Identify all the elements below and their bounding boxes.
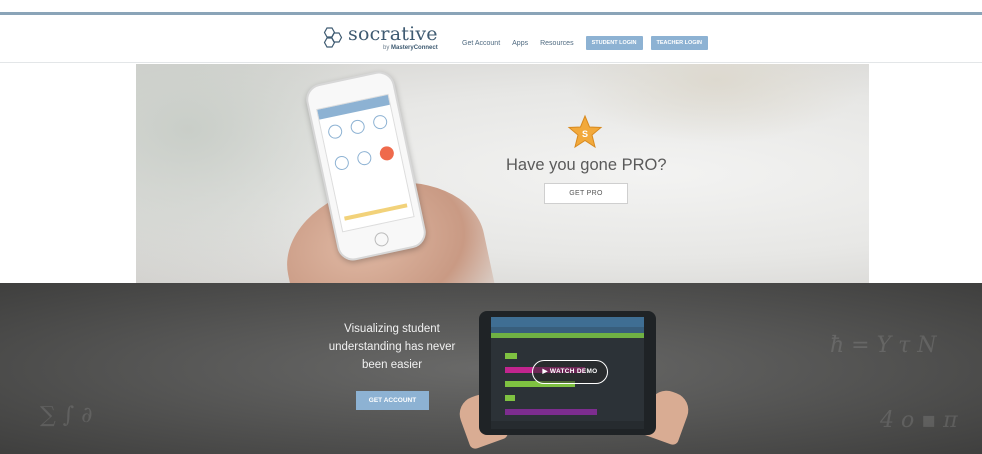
hexagon-logo-icon [323,27,343,48]
pro-headline: Have you gone PRO? [506,156,667,174]
main-nav: Get Account Apps Resources STUDENT LOGIN… [462,36,716,50]
teacher-login-button[interactable]: TEACHER LOGIN [650,36,709,50]
site-header: socrative by MasteryConnect Get Account … [0,15,982,63]
logo-byline: by MasteryConnect [383,45,438,51]
nav-apps[interactable]: Apps [512,40,528,47]
pro-star-icon: S [567,114,603,149]
pro-hero-banner: S Have you gone PRO? GET PRO [136,64,869,283]
watch-demo-button[interactable]: ▶ WATCH DEMO [532,360,608,384]
student-login-button[interactable]: STUDENT LOGIN [585,36,643,50]
band-headline: Visualizing student understanding has ne… [328,323,456,371]
socrative-logo[interactable]: socrative by MasteryConnect [318,25,438,51]
demo-band: ħ = Y τ N 4 ο ▪ π ∑ ∫ ∂ Visualizing stud… [0,283,982,454]
get-pro-button[interactable]: GET PRO [544,183,628,204]
nav-resources[interactable]: Resources [540,40,573,47]
nav-get-account[interactable]: Get Account [462,40,500,47]
get-account-button[interactable]: GET ACCOUNT [356,391,429,410]
logo-wordmark: socrative [348,23,438,45]
svg-text:S: S [582,129,588,139]
